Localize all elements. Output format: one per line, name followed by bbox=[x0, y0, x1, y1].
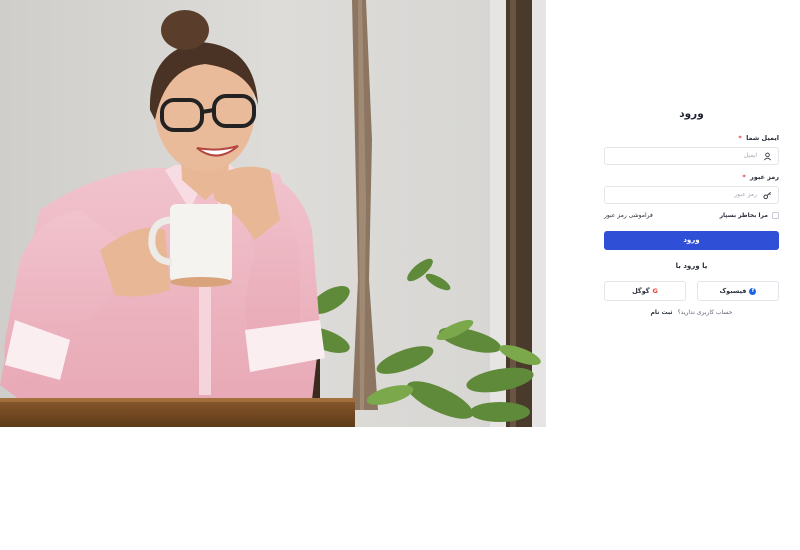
signup-link[interactable]: ثبت نام bbox=[651, 309, 673, 316]
or-login-with: یا ورود با bbox=[675, 262, 708, 270]
facebook-icon: f bbox=[749, 287, 757, 295]
email-label-text: ایمیل شما bbox=[746, 134, 779, 142]
email-placeholder: ایمیل bbox=[743, 152, 757, 159]
login-button[interactable]: ورود bbox=[604, 231, 779, 250]
woman-with-coffee-illustration bbox=[0, 0, 546, 427]
google-login-button[interactable]: گوگل G bbox=[604, 281, 686, 301]
email-field[interactable]: ایمیل bbox=[604, 147, 779, 165]
password-label: رمز عبور * bbox=[742, 173, 779, 181]
signup-row: حساب کاربری ندارید؟ ثبت نام bbox=[604, 309, 779, 316]
password-field[interactable]: رمز عبور bbox=[604, 186, 779, 204]
remember-label: مرا بخاطر بسپار bbox=[719, 212, 768, 219]
login-title: ورود bbox=[679, 108, 704, 120]
facebook-login-button[interactable]: فیسبوک f bbox=[697, 281, 779, 301]
required-mark: * bbox=[742, 173, 746, 181]
required-mark: * bbox=[738, 134, 742, 142]
google-icon: G bbox=[652, 287, 658, 295]
forgot-password-link[interactable]: فراموشی رمز عبور bbox=[604, 212, 653, 219]
login-panel: ورود ایمیل شما * ایمیل رمز عبور * رمز عب… bbox=[546, 0, 800, 427]
remember-checkbox[interactable] bbox=[772, 212, 779, 219]
facebook-label: فیسبوک bbox=[719, 287, 747, 295]
password-label-text: رمز عبور bbox=[750, 173, 779, 181]
password-placeholder: رمز عبور bbox=[734, 191, 757, 198]
signup-prompt: حساب کاربری ندارید؟ bbox=[677, 309, 733, 316]
email-label: ایمیل شما * bbox=[738, 134, 779, 142]
hero-photo bbox=[0, 0, 546, 427]
user-icon bbox=[764, 152, 771, 161]
key-icon bbox=[763, 191, 771, 200]
google-label: گوگل bbox=[632, 287, 650, 295]
remember-me[interactable]: مرا بخاطر بسپار bbox=[720, 212, 779, 219]
